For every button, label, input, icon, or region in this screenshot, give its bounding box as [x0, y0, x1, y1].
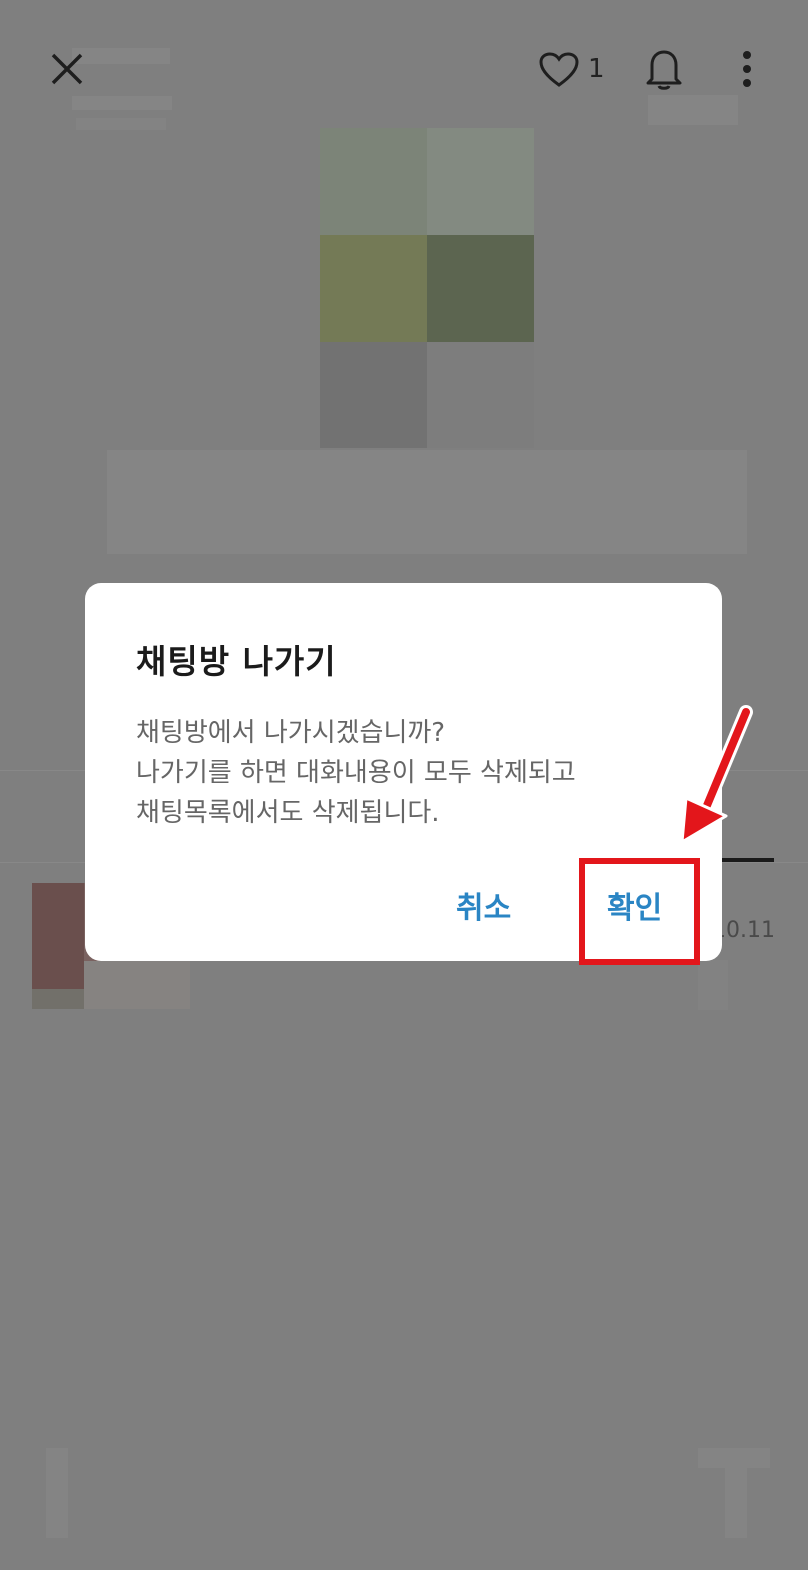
- blurred-bottom-right: [698, 1448, 770, 1468]
- product-image: [320, 128, 534, 448]
- dialog-title: 채팅방 나가기: [136, 642, 337, 681]
- blurred-right-text: [648, 95, 738, 125]
- dialog-message-line: 채팅목록에서도 삭제됩니다.: [136, 798, 440, 828]
- blurred-banner: [107, 450, 747, 554]
- heart-icon[interactable]: [538, 50, 580, 90]
- bell-icon[interactable]: [642, 46, 686, 92]
- annotation-highlight-box: [579, 858, 700, 965]
- blurred-right-block: [698, 960, 728, 1010]
- dialog-message: 채팅방에서 나가시겠습니까? 나가기를 하면 대화내용이 모두 삭제되고 채팅목…: [136, 713, 696, 833]
- blurred-title: [72, 48, 170, 64]
- blurred-title-line: [72, 96, 172, 110]
- dialog-message-line: 나가기를 하면 대화내용이 모두 삭제되고: [136, 758, 576, 788]
- dialog-message-line: 채팅방에서 나가시겠습니까?: [136, 718, 446, 748]
- tab-active-indicator: [722, 858, 774, 862]
- blurred-bottom-left: [46, 1448, 68, 1538]
- close-icon[interactable]: [48, 50, 86, 88]
- cancel-button[interactable]: 취소: [456, 883, 511, 927]
- blurred-bottom-right-stem: [725, 1468, 747, 1538]
- annotation-arrow-icon: [680, 705, 753, 844]
- like-count: 1: [588, 54, 605, 84]
- more-vertical-icon[interactable]: [736, 50, 758, 88]
- blurred-text: [76, 118, 166, 130]
